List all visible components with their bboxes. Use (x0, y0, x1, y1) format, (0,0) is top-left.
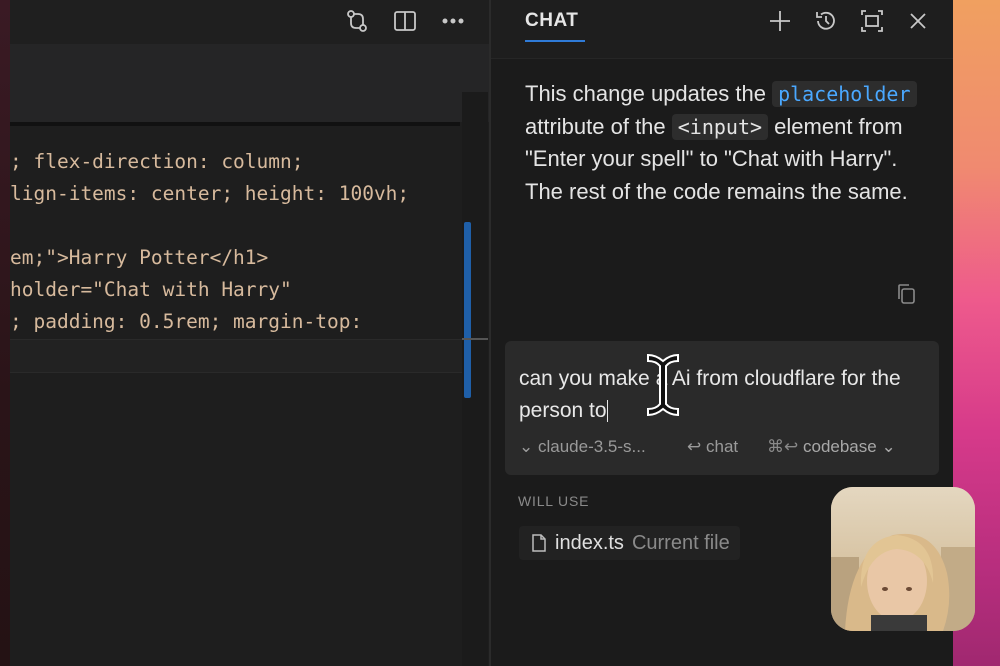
chat-header-actions (765, 6, 933, 36)
text-cursor-icon (646, 352, 680, 423)
code-line: ; padding: 0.5rem; margin-top: (10, 310, 363, 333)
split-editor-icon[interactable] (390, 6, 420, 36)
file-name: index.ts (555, 531, 624, 554)
more-actions-icon[interactable] (438, 6, 468, 36)
editor-title-bar (10, 0, 490, 44)
code-line: holder="Chat with Harry" (10, 278, 292, 301)
chat-input-box[interactable]: can you make a Ai from cloudflare for th… (505, 341, 939, 475)
message-text: This change updates the (525, 81, 773, 106)
context-file-chip[interactable]: index.ts Current file (519, 526, 740, 560)
message-text: attribute of the (525, 113, 672, 139)
webcam-person (831, 533, 975, 631)
model-label: claude-3.5-s... (537, 437, 646, 456)
file-note: Current file (631, 531, 730, 554)
code-area[interactable]: ; flex-direction: column; lign-items: ce… (10, 146, 470, 338)
editor-tab-strip (10, 44, 490, 122)
copy-icon[interactable] (895, 282, 917, 311)
close-icon[interactable] (903, 6, 933, 36)
inline-code: <input> (671, 113, 769, 140)
code-line: lign-items: center; height: 100vh; (10, 182, 410, 205)
chat-title-underline (525, 40, 585, 42)
codebase-submit-button[interactable]: ⌘↩ codebase ⌄ (767, 437, 896, 457)
chat-input-text: can you make a Ai from cloudflare for th… (519, 367, 901, 422)
input-footer: ⌄ claude-3.5-s... ↩ chat ⌘↩ codebase ⌄ (519, 437, 929, 461)
chat-title[interactable]: CHAT (525, 10, 578, 32)
history-icon[interactable] (811, 6, 841, 36)
editor-actions (342, 6, 468, 36)
will-use-label: WILL USE (518, 493, 590, 509)
plus-icon[interactable] (765, 6, 795, 36)
maximize-icon[interactable] (857, 6, 887, 36)
chat-submit-button[interactable]: ↩ chat (687, 437, 738, 457)
editor-tab-separator (10, 122, 460, 126)
chat-header: CHAT (491, 0, 953, 59)
scrollbar-position-marker (462, 338, 488, 340)
code-line: em;">Harry Potter</h1> (10, 246, 269, 269)
code-line: ; flex-direction: column; (10, 150, 304, 173)
desktop-left-edge (0, 0, 10, 666)
assistant-message: This change updates the placeholder attr… (525, 78, 925, 208)
code-editor: ; flex-direction: column; lign-items: ce… (10, 0, 490, 666)
inline-code: placeholder (772, 81, 917, 107)
text-caret (606, 400, 608, 423)
chat-button-label: chat (705, 437, 739, 456)
chat-input[interactable]: can you make a Ai from cloudflare for th… (519, 363, 923, 427)
webcam-overlay[interactable] (831, 487, 975, 631)
chevron-down-icon: ⌄ (519, 437, 534, 456)
chevron-down-icon: ⌄ (881, 437, 896, 456)
current-line-highlight (10, 339, 470, 373)
model-select[interactable]: ⌄ claude-3.5-s... (519, 437, 646, 457)
editor-scrollbar-thumb[interactable] (464, 222, 471, 398)
enter-key-icon: ↩ (687, 437, 702, 456)
codebase-button-label: codebase (802, 437, 877, 456)
file-icon (532, 534, 546, 552)
source-control-icon[interactable] (342, 6, 372, 36)
codebase-shortcut: ⌘↩ (767, 437, 799, 456)
